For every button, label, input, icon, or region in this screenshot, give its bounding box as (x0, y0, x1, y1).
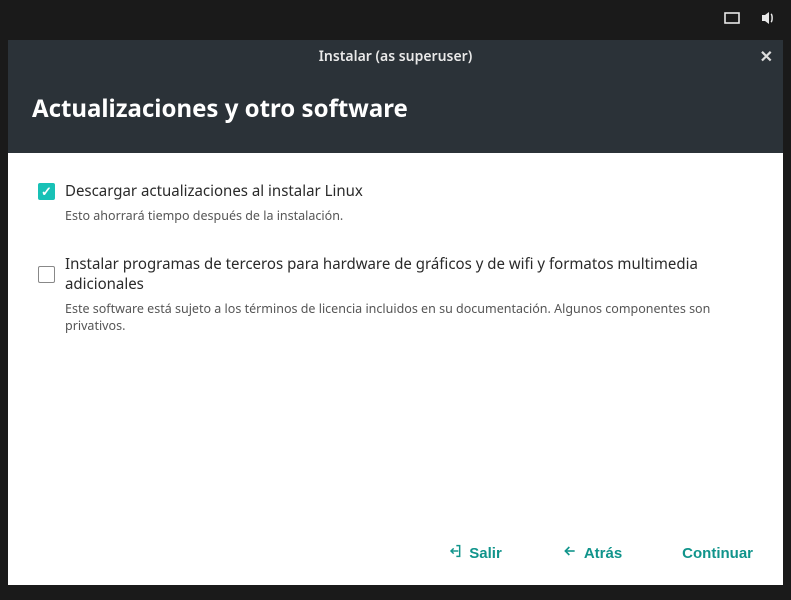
option-description: Este software está sujeto a los términos… (65, 300, 753, 334)
button-label: Atrás (584, 545, 622, 562)
option-third-party: Instalar programas de terceros para hard… (38, 254, 753, 334)
continue-button[interactable]: Continuar (682, 545, 753, 562)
back-button[interactable]: Atrás (562, 543, 622, 563)
button-label: Salir (469, 545, 502, 562)
option-download-updates: Descargar actualizaciones al instalar Li… (38, 181, 753, 224)
option-label[interactable]: Instalar programas de terceros para hard… (65, 254, 753, 294)
content-area: Descargar actualizaciones al instalar Li… (8, 153, 783, 525)
window-title: Instalar (as superuser) (319, 47, 473, 66)
button-label: Continuar (682, 545, 753, 562)
top-panel (0, 0, 791, 40)
option-description: Esto ahorrará tiempo después de la insta… (65, 207, 753, 224)
close-icon[interactable]: ✕ (756, 43, 777, 69)
checkbox-third-party[interactable] (38, 266, 55, 283)
volume-icon[interactable] (759, 9, 777, 32)
option-label[interactable]: Descargar actualizaciones al instalar Li… (65, 181, 363, 201)
page-title: Actualizaciones y otro software (32, 92, 759, 125)
installer-window: Instalar (as superuser) ✕ Actualizacione… (8, 40, 783, 585)
checkbox-download-updates[interactable] (38, 183, 55, 200)
exit-icon (447, 543, 463, 563)
page-header: Actualizaciones y otro software (8, 72, 783, 153)
quit-button[interactable]: Salir (447, 543, 502, 563)
maximize-icon[interactable] (723, 9, 741, 32)
titlebar: Instalar (as superuser) ✕ (8, 40, 783, 72)
footer-buttons: Salir Atrás Continuar (8, 525, 783, 585)
arrow-left-icon (562, 543, 578, 563)
